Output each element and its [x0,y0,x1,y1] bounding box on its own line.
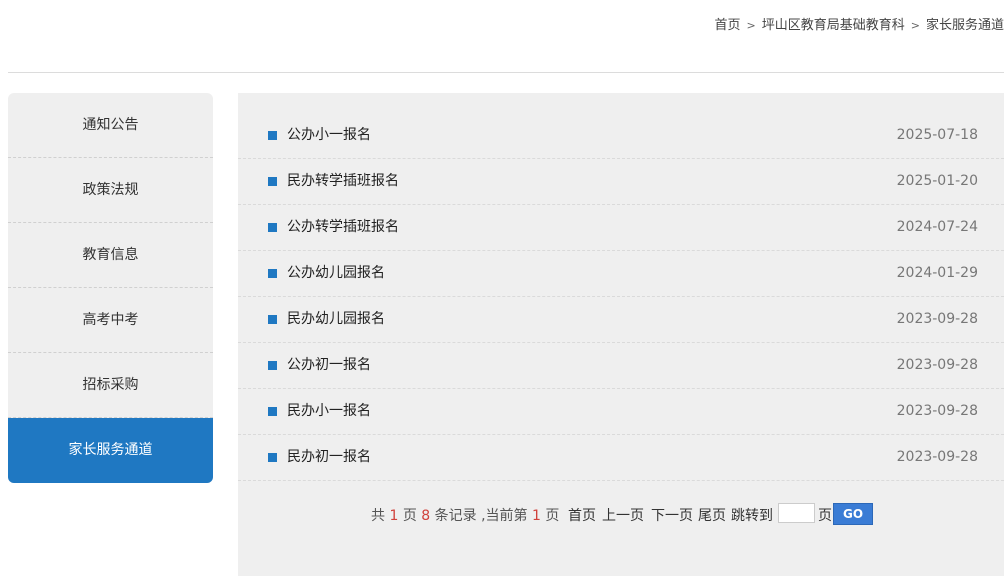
current-page: 1 [532,508,541,524]
bullet-square-icon [268,177,277,186]
total-records: 8 [421,508,431,524]
go-button[interactable]: GO [833,503,873,525]
list-item-title[interactable]: 公办转学插班报名 [287,205,399,249]
header-divider [8,72,1004,73]
next-page-link[interactable]: 下一页 [651,505,693,525]
breadcrumb-current[interactable]: 家长服务通道 [926,14,1004,33]
article-list: 公办小一报名 2025-07-18 民办转学插班报名 2025-01-20 公办… [238,113,1004,481]
sidebar-item-exams[interactable]: 高考中考 [8,288,213,353]
total-pages: 1 [389,508,399,524]
list-item: 民办初一报名 2023-09-28 [238,435,1004,481]
list-item: 公办初一报名 2023-09-28 [238,343,1004,389]
list-item: 民办幼儿园报名 2023-09-28 [238,297,1004,343]
list-item-date: 2023-09-28 [896,449,978,465]
page-unit-label: 页 [818,508,832,524]
list-item: 公办转学插班报名 2024-07-24 [238,205,1004,251]
list-item-date: 2023-09-28 [896,357,978,373]
list-item-date: 2023-09-28 [896,403,978,419]
list-item-date: 2023-09-28 [896,311,978,327]
pagination: 共 1 页 8 条记录 ,当前第 1 页 首页 上一页 下一页 尾页 跳转到 页… [238,501,1004,527]
prev-page-link[interactable]: 上一页 [602,505,644,525]
jump-label: 跳转到 [731,508,773,524]
breadcrumb: 首页 > 坪山区教育局基础教育科 > 家长服务通道 [715,14,1004,34]
total-prefix: 共 [371,508,385,524]
list-item-title[interactable]: 民办小一报名 [287,389,371,433]
bullet-square-icon [268,361,277,370]
sidebar-item-procurement[interactable]: 招标采购 [8,353,213,418]
sidebar-item-notices[interactable]: 通知公告 [8,93,213,158]
list-item-title[interactable]: 公办初一报名 [287,343,371,387]
list-item: 公办幼儿园报名 2024-01-29 [238,251,1004,297]
list-item-title[interactable]: 公办小一报名 [287,113,371,157]
breadcrumb-dept[interactable]: 坪山区教育局基础教育科 [762,14,905,33]
last-page-link[interactable]: 尾页 [698,505,726,525]
sidebar-item-parent-services[interactable]: 家长服务通道 [8,418,213,483]
sidebar-item-education-info[interactable]: 教育信息 [8,223,213,288]
list-item-title[interactable]: 民办初一报名 [287,435,371,479]
current-suffix: 页 [545,508,560,524]
content-panel: 公办小一报名 2025-07-18 民办转学插班报名 2025-01-20 公办… [238,93,1004,576]
pagination-summary: 共 1 页 8 条记录 ,当前第 1 页 [371,505,559,525]
pages-word: 页 [402,508,417,524]
list-item-date: 2025-07-18 [896,127,978,143]
breadcrumb-separator: > [910,19,920,32]
bullet-square-icon [268,223,277,232]
bullet-square-icon [268,407,277,416]
bullet-square-icon [268,315,277,324]
sidebar-item-policies[interactable]: 政策法规 [8,158,213,223]
list-item-title[interactable]: 民办转学插班报名 [287,159,399,203]
list-item-title[interactable]: 民办幼儿园报名 [287,297,385,341]
first-page-link[interactable]: 首页 [568,505,596,525]
list-item-date: 2024-07-24 [896,219,978,235]
list-item: 公办小一报名 2025-07-18 [238,113,1004,159]
breadcrumb-home[interactable]: 首页 [715,14,741,33]
list-item-title[interactable]: 公办幼儿园报名 [287,251,385,295]
list-item-date: 2025-01-20 [896,173,978,189]
list-item: 民办转学插班报名 2025-01-20 [238,159,1004,205]
bullet-square-icon [268,453,277,462]
bullet-square-icon [268,269,277,278]
sidebar-nav: 通知公告 政策法规 教育信息 高考中考 招标采购 家长服务通道 [8,93,213,483]
page-number-input[interactable] [778,503,815,523]
breadcrumb-separator: > [746,19,756,32]
list-item: 民办小一报名 2023-09-28 [238,389,1004,435]
list-item-date: 2024-01-29 [896,265,978,281]
bullet-square-icon [268,131,277,140]
records-word: 条记录 ,当前第 [434,508,528,524]
